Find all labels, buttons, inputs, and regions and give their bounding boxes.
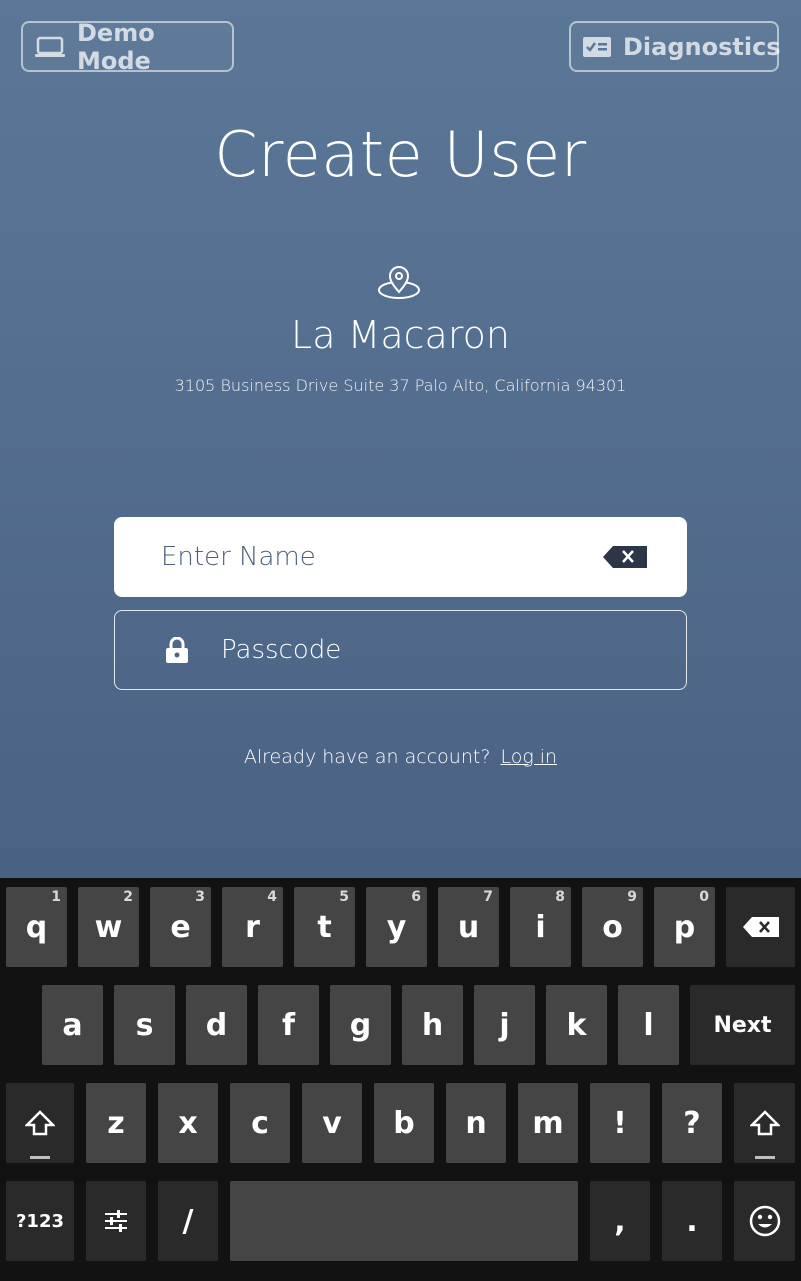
store-address: 3105 Business Drive Suite 37 Palo Alto, … xyxy=(174,376,627,395)
sliders-icon xyxy=(105,1210,127,1232)
emoji-key[interactable] xyxy=(734,1181,795,1261)
key-hint: 1 xyxy=(51,889,61,905)
demo-mode-label: Demo Mode xyxy=(77,18,155,75)
key-a[interactable]: a xyxy=(42,985,103,1065)
symbols-key[interactable]: ?123 xyxy=(6,1181,74,1261)
shift-key-left[interactable] xyxy=(6,1083,74,1163)
key-u[interactable]: u7 xyxy=(438,887,499,967)
key-label: e xyxy=(170,909,191,945)
key-j[interactable]: j xyxy=(474,985,535,1065)
key-z[interactable]: z xyxy=(86,1083,146,1163)
backspace-icon[interactable] xyxy=(603,546,647,568)
space-key[interactable] xyxy=(230,1181,578,1261)
key-exclamation[interactable]: ! xyxy=(590,1083,650,1163)
key-d[interactable]: d xyxy=(186,985,247,1065)
backspace-icon xyxy=(742,917,779,937)
key-i[interactable]: i8 xyxy=(510,887,571,967)
shift-icon xyxy=(25,1110,55,1136)
key-label: w xyxy=(94,909,123,945)
key-hint: 4 xyxy=(267,889,277,905)
next-key[interactable]: Next xyxy=(690,985,795,1065)
key-o[interactable]: o9 xyxy=(582,887,643,967)
key-v[interactable]: v xyxy=(302,1083,362,1163)
login-link[interactable]: Log in xyxy=(500,746,557,768)
lock-icon xyxy=(166,637,188,663)
key-label: y xyxy=(386,909,407,945)
key-l[interactable]: l xyxy=(618,985,679,1065)
key-p[interactable]: p0 xyxy=(654,887,715,967)
key-hint: 3 xyxy=(195,889,205,905)
diagnostics-button[interactable]: Diagnostics xyxy=(569,21,781,72)
key-label: i xyxy=(535,909,546,945)
demo-mode-button[interactable]: Demo Mode xyxy=(21,18,234,75)
key-hint: 2 xyxy=(123,889,133,905)
smiley-icon xyxy=(749,1205,780,1237)
key-b[interactable]: b xyxy=(374,1083,434,1163)
key-s[interactable]: s xyxy=(114,985,175,1065)
keyboard-settings-key[interactable] xyxy=(86,1181,146,1261)
shift-icon xyxy=(749,1110,780,1136)
key-label: u xyxy=(457,909,480,945)
name-field-container xyxy=(114,517,687,597)
key-hint: 7 xyxy=(483,889,493,905)
key-hint: 9 xyxy=(627,889,637,905)
key-hint: 8 xyxy=(555,889,565,905)
key-m[interactable]: m xyxy=(518,1083,578,1163)
key-g[interactable]: g xyxy=(330,985,391,1065)
account-prompt: Already have an account? Log in xyxy=(0,746,801,768)
name-input[interactable] xyxy=(161,542,591,572)
key-question[interactable]: ? xyxy=(662,1083,722,1163)
key-hint: 5 xyxy=(339,889,349,905)
key-hint: 6 xyxy=(411,889,421,905)
key-label: p xyxy=(673,909,696,945)
key-hint: 0 xyxy=(699,889,709,905)
account-prompt-text: Already have an account? xyxy=(243,746,491,768)
key-f[interactable]: f xyxy=(258,985,319,1065)
diagnostics-label: Diagnostics xyxy=(623,32,781,61)
key-n[interactable]: n xyxy=(446,1083,506,1163)
page-title: Create User xyxy=(214,118,587,191)
key-t[interactable]: t5 xyxy=(294,887,355,967)
key-label: o xyxy=(602,909,623,945)
comma-key[interactable]: , xyxy=(590,1181,650,1261)
shift-indicator xyxy=(754,1156,775,1159)
key-r[interactable]: r4 xyxy=(222,887,283,967)
passcode-field-container xyxy=(114,610,687,690)
checklist-icon xyxy=(583,36,611,57)
slash-key[interactable]: / xyxy=(158,1181,218,1261)
key-label: t xyxy=(317,909,332,945)
key-c[interactable]: c xyxy=(230,1083,290,1163)
laptop-icon xyxy=(35,36,65,57)
period-key[interactable]: . xyxy=(662,1181,722,1261)
key-label: q xyxy=(25,909,48,945)
key-e[interactable]: e3 xyxy=(150,887,211,967)
key-x[interactable]: x xyxy=(158,1083,218,1163)
shift-key-right[interactable] xyxy=(734,1083,795,1163)
create-user-screen: Demo Mode Diagnostics Create User La Mac… xyxy=(0,0,801,878)
backspace-key[interactable] xyxy=(726,887,795,967)
key-k[interactable]: k xyxy=(546,985,607,1065)
store-name: La Macaron xyxy=(291,313,510,357)
key-h[interactable]: h xyxy=(402,985,463,1065)
key-y[interactable]: y6 xyxy=(366,887,427,967)
key-w[interactable]: w2 xyxy=(78,887,139,967)
shift-indicator xyxy=(30,1156,50,1159)
passcode-input[interactable] xyxy=(221,635,651,665)
location-pin-icon xyxy=(378,266,420,299)
key-q[interactable]: q1 xyxy=(6,887,67,967)
key-label: r xyxy=(245,909,260,945)
soft-keyboard: q1w2e3r4t5y6u7i8o9p0 asdfghjkl z x c v b n m!?… xyxy=(0,878,801,1281)
